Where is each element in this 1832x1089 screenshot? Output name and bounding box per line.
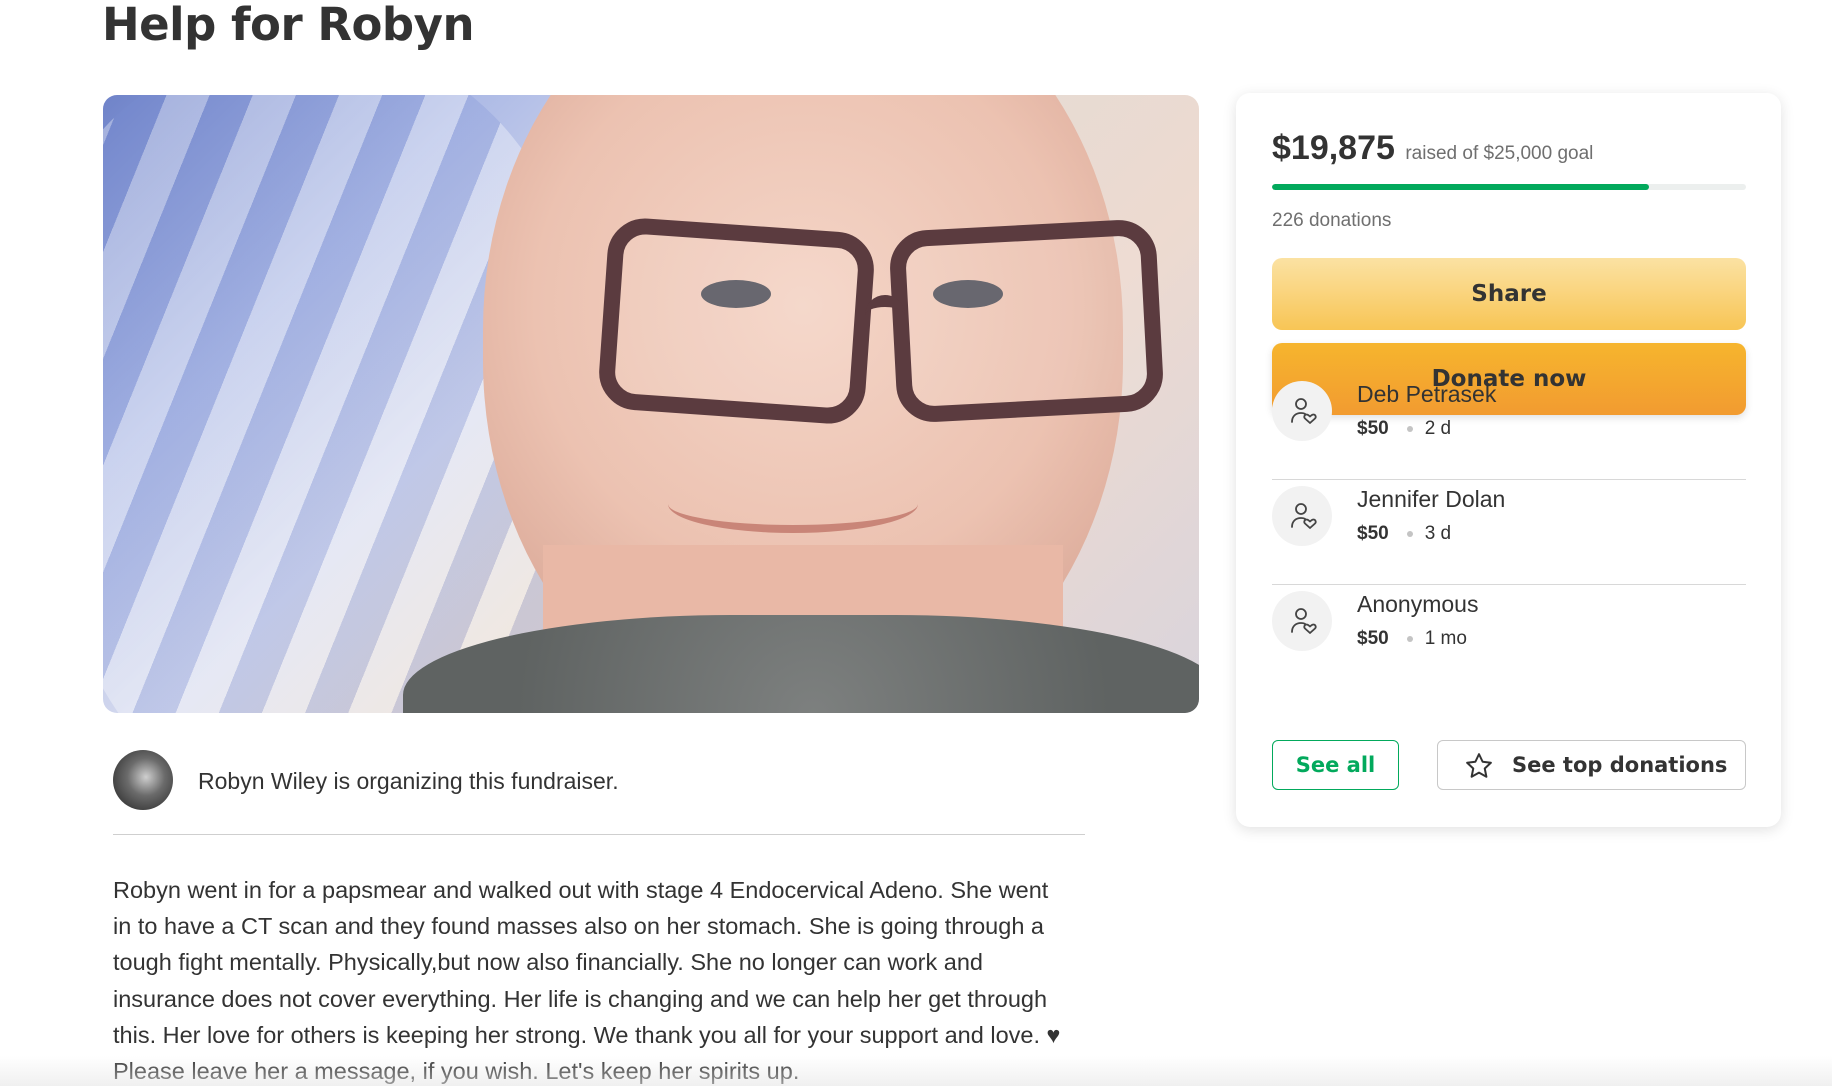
star-icon [1466,753,1492,778]
organizer-row: Robyn Wiley is organizing this fundraise… [113,748,1085,835]
donor-heart-icon [1272,591,1332,651]
progress-fill [1272,184,1649,190]
donor-name: Anonymous [1357,591,1479,617]
donor-item: Deb Petrasek $50 2 d [1272,375,1746,480]
see-all-button[interactable]: See all [1272,740,1399,790]
donor-amount: $50 [1357,628,1389,649]
progress-bar [1272,184,1746,190]
page-title: Help for Robyn [102,0,474,51]
goal-text: raised of $25,000 goal [1405,143,1594,164]
donor-time: 3 d [1424,523,1452,544]
campaign-photo [103,95,1199,713]
donor-time: 1 mo [1424,628,1467,649]
donor-item: Jennifer Dolan $50 3 d [1272,480,1746,585]
share-button[interactable]: Share [1272,258,1746,330]
donor-time: 2 d [1424,418,1452,439]
donor-heart-icon [1272,381,1332,441]
see-top-donations-button[interactable]: See top donations [1437,740,1746,790]
organizer-text: Robyn Wiley is organizing this fundraise… [198,768,619,794]
donor-amount: $50 [1357,418,1389,439]
donor-heart-icon [1272,486,1332,546]
donor-amount: $50 [1357,523,1389,544]
amount-raised: $19,875 [1272,129,1395,167]
raised-summary: $19,875 raised of $25,000 goal [1272,129,1593,168]
donation-card: $19,875 raised of $25,000 goal 226 donat… [1236,93,1781,827]
donor-name: Deb Petrasek [1357,381,1497,407]
donor-item: Anonymous $50 1 mo [1272,585,1746,689]
see-top-donations-label: See top donations [1512,753,1728,777]
donations-count: 226 donations [1272,210,1392,231]
donor-name: Jennifer Dolan [1357,486,1506,512]
organizer-avatar[interactable] [113,750,173,810]
